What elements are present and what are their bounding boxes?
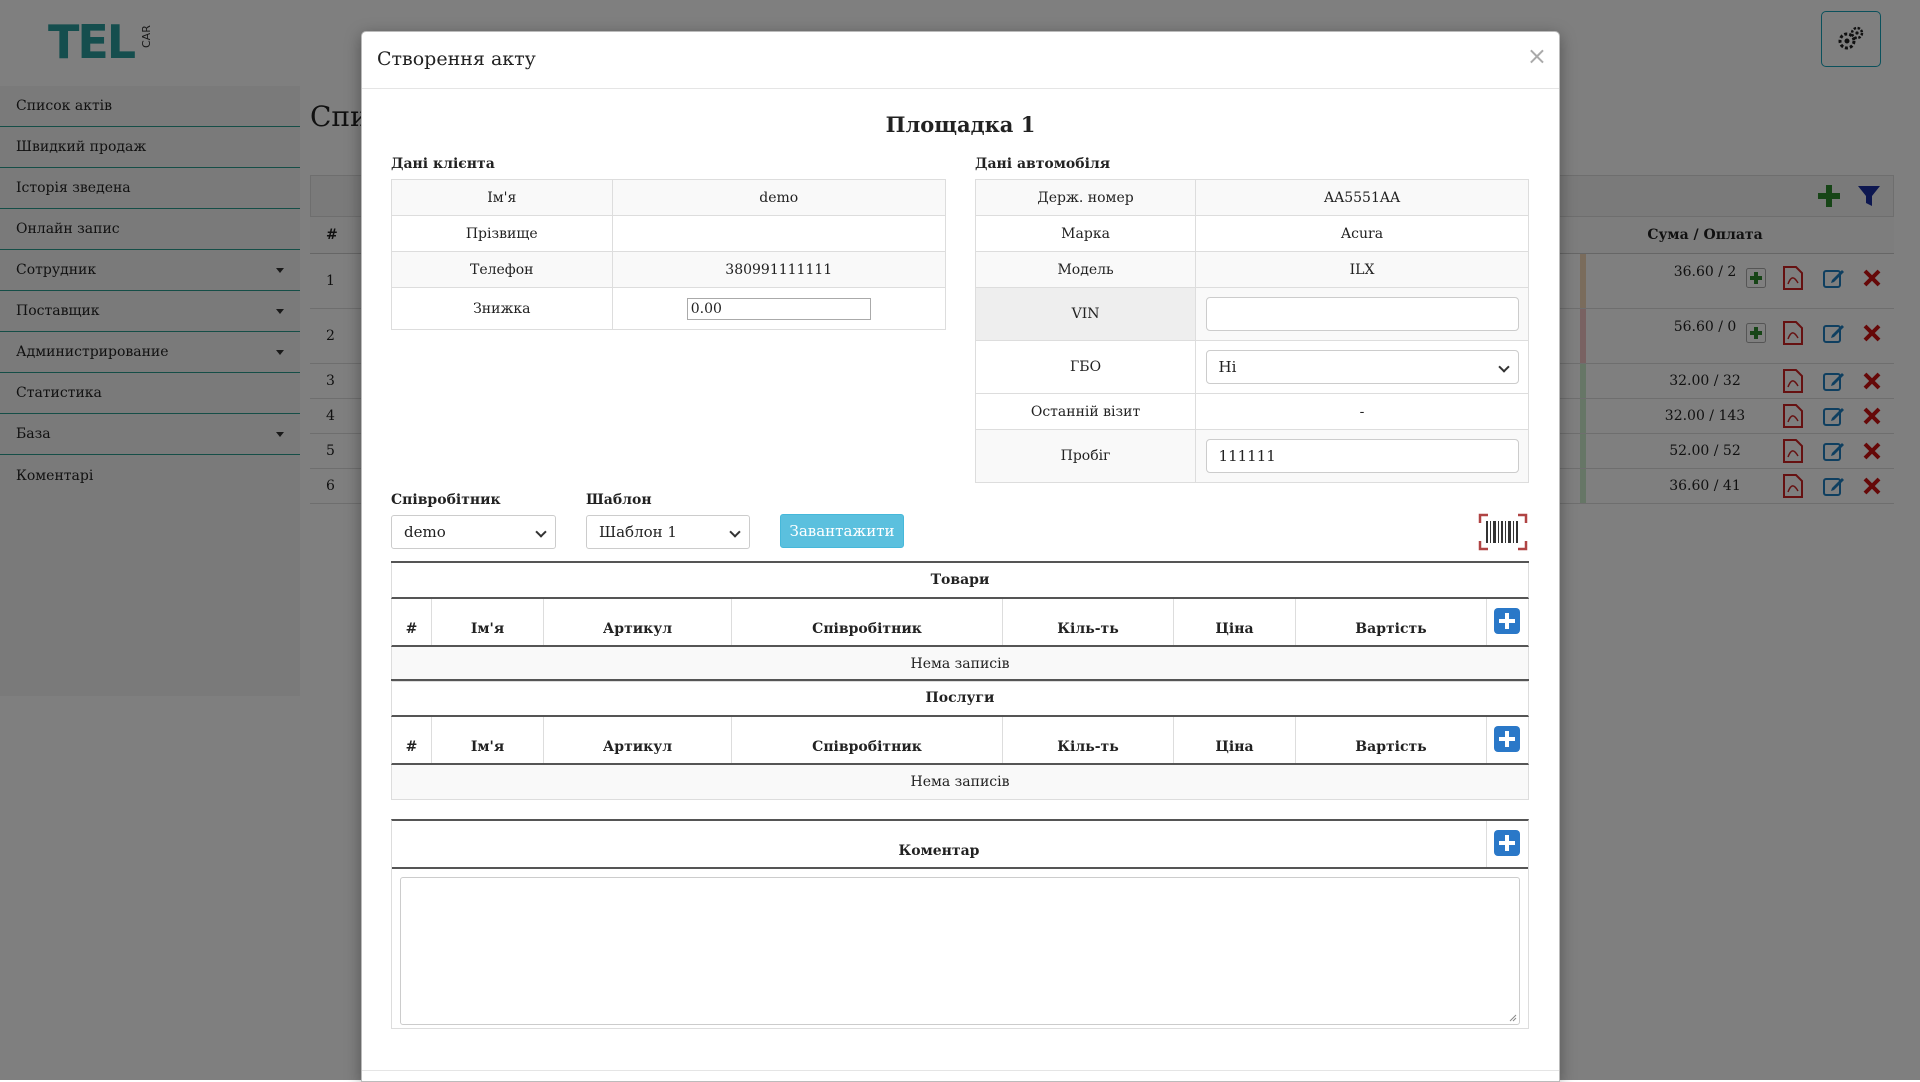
col-article: Артикул bbox=[544, 599, 732, 645]
goods-title: Товари bbox=[391, 563, 1529, 599]
client-surname-label: Прізвище bbox=[391, 215, 613, 252]
services-title: Послуги bbox=[391, 681, 1529, 717]
col-cost: Вартість bbox=[1296, 599, 1487, 645]
comment-title: Коментар bbox=[392, 821, 1487, 867]
template-select-value: Шаблон 1 bbox=[599, 523, 677, 541]
comment-header: Коментар bbox=[392, 821, 1528, 869]
col-name: Ім'я bbox=[432, 599, 544, 645]
client-phone-value: 380991111111 bbox=[611, 251, 946, 288]
chevron-down-icon bbox=[1497, 361, 1510, 373]
car-model-value: ILX bbox=[1195, 251, 1529, 288]
col-employee: Співробітник bbox=[732, 599, 1003, 645]
col-name: Ім'я bbox=[432, 717, 544, 763]
client-table: Ім'я demo Прізвище Телефон 380991111111 … bbox=[391, 179, 946, 330]
col-article: Артикул bbox=[544, 717, 732, 763]
car-table: Держ. номер AA5551AA Марка Acura Модель … bbox=[974, 179, 1529, 483]
goods-header: # Ім'я Артикул Співробітник Кіль-ть Ціна… bbox=[391, 599, 1529, 647]
discount-input[interactable]: 0.00 bbox=[686, 297, 871, 320]
client-name-value: demo bbox=[611, 179, 946, 216]
employee-select-value: demo bbox=[404, 523, 446, 541]
services-header: # Ім'я Артикул Співробітник Кіль-ть Ціна… bbox=[391, 717, 1529, 765]
car-brand-value: Acura bbox=[1195, 215, 1529, 252]
chevron-down-icon bbox=[535, 526, 547, 538]
comment-section: Коментар bbox=[391, 819, 1529, 1029]
col-quantity: Кіль-ть bbox=[1003, 599, 1174, 645]
client-surname-value bbox=[611, 215, 946, 252]
col-quantity: Кіль-ть bbox=[1003, 717, 1174, 763]
add-service-button[interactable] bbox=[1494, 726, 1520, 752]
barcode-scanner-icon[interactable] bbox=[1478, 513, 1528, 551]
goods-empty-message: Нема записів bbox=[391, 647, 1529, 682]
employee-label: Співробітник bbox=[391, 492, 501, 508]
resize-handle-icon[interactable] bbox=[1507, 1012, 1517, 1022]
modal-title: Створення акту bbox=[377, 48, 536, 70]
employee-select[interactable]: demo bbox=[391, 515, 556, 549]
col-number: # bbox=[392, 599, 432, 645]
gas-select-value: Ні bbox=[1218, 358, 1237, 376]
col-price: Ціна bbox=[1174, 717, 1296, 763]
create-act-modal: Створення акту × Площадка 1 Дані клієнта… bbox=[361, 31, 1560, 1082]
car-section-label: Дані автомобіля bbox=[975, 156, 1111, 172]
col-cost: Вартість bbox=[1296, 717, 1487, 763]
comment-textarea[interactable] bbox=[400, 877, 1520, 1025]
close-button[interactable]: × bbox=[1527, 42, 1547, 70]
gas-select[interactable]: Ні bbox=[1205, 350, 1519, 384]
col-employee: Співробітник bbox=[732, 717, 1003, 763]
modal-footer-divider bbox=[362, 1070, 1559, 1071]
car-last-visit-value: - bbox=[1195, 393, 1529, 430]
vin-input[interactable] bbox=[1205, 297, 1519, 331]
client-discount-label: Знижка bbox=[391, 287, 613, 330]
template-label: Шаблон bbox=[586, 492, 652, 508]
car-vin-label: VIN bbox=[974, 287, 1197, 341]
add-goods-button[interactable] bbox=[1494, 608, 1520, 634]
col-number: # bbox=[392, 717, 432, 763]
template-select[interactable]: Шаблон 1 bbox=[586, 515, 750, 549]
client-section-label: Дані клієнта bbox=[391, 156, 495, 172]
car-mileage-label: Пробіг bbox=[974, 429, 1197, 483]
car-gas-label: ГБО bbox=[974, 340, 1197, 394]
services-table: Послуги # Ім'я Артикул Співробітник Кіль… bbox=[391, 679, 1529, 800]
modal-header: Створення акту × bbox=[362, 32, 1559, 89]
car-last-visit-label: Останній візит bbox=[974, 393, 1197, 430]
client-name-label: Ім'я bbox=[391, 179, 613, 216]
load-template-button[interactable]: Завантажити bbox=[780, 514, 904, 548]
col-price: Ціна bbox=[1174, 599, 1296, 645]
goods-table: Товари # Ім'я Артикул Співробітник Кіль-… bbox=[391, 561, 1529, 682]
site-title: Площадка 1 bbox=[885, 112, 1036, 137]
services-empty-message: Нема записів bbox=[391, 765, 1529, 800]
add-comment-button[interactable] bbox=[1494, 830, 1520, 856]
car-plate-label: Держ. номер bbox=[974, 179, 1197, 216]
mileage-input[interactable]: 111111 bbox=[1205, 439, 1519, 473]
chevron-down-icon bbox=[729, 526, 741, 538]
car-model-label: Модель bbox=[974, 251, 1197, 288]
car-plate-value: AA5551AA bbox=[1195, 179, 1529, 216]
client-phone-label: Телефон bbox=[391, 251, 613, 288]
car-brand-label: Марка bbox=[974, 215, 1197, 252]
